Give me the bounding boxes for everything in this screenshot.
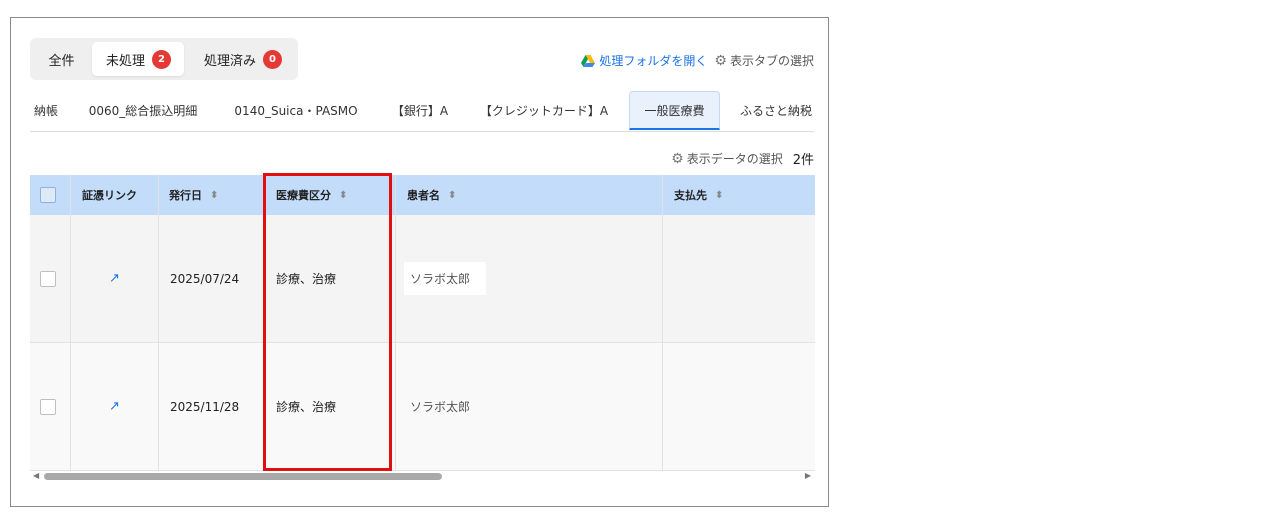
sort-icon[interactable]: ⬍ [210, 190, 218, 201]
filter-unprocessed[interactable]: 未処理 2 [92, 42, 184, 76]
google-drive-icon [581, 54, 596, 67]
external-link-icon[interactable]: ↗ [109, 399, 120, 414]
sort-icon[interactable]: ⬍ [448, 190, 456, 201]
data-select-button[interactable]: ⚙ 表示データの選択 [671, 150, 783, 167]
tab-label: 【銀行】A [391, 103, 449, 118]
tab-credit-card[interactable]: 【クレジットカード】A [470, 91, 618, 129]
column-header-label: 支払先 [674, 189, 707, 202]
filter-all[interactable]: 全件 [34, 42, 89, 76]
scroll-thumb[interactable] [44, 473, 442, 480]
column-header-payee[interactable]: 支払先 ⬍ [674, 175, 723, 215]
patient-cell[interactable]: ソラボ太郎 [410, 343, 470, 470]
row-select-cell [40, 215, 56, 342]
medical-category: 診療、治療 [276, 400, 337, 414]
sort-icon[interactable]: ⬍ [339, 190, 347, 201]
toolbar-actions: 処理フォルダを開く ⚙ 表示タブの選択 [581, 52, 814, 69]
column-header-patient[interactable]: 患者名 ⬍ [407, 175, 456, 215]
column-header-link[interactable]: 証憑リンク [82, 175, 137, 215]
sort-icon[interactable]: ⬍ [715, 190, 723, 201]
link-cell: ↗ [109, 343, 120, 470]
date-cell: 2025/07/24 [170, 215, 239, 342]
filter-processed-label: 処理済み [204, 53, 257, 69]
column-divider [395, 175, 396, 471]
column-header-label: 患者名 [407, 189, 440, 202]
data-select: ⚙ 表示データの選択 2件 [671, 149, 814, 169]
gear-icon: ⚙ [671, 150, 684, 167]
tab-label: ふるさと納税 [740, 103, 813, 118]
filter-all-label: 全件 [48, 53, 75, 69]
open-folder-label: 処理フォルダを開く [599, 54, 708, 68]
link-cell: ↗ [109, 215, 120, 342]
column-divider [264, 175, 265, 471]
medical-category: 診療、治療 [276, 272, 337, 286]
tab-nocho[interactable]: 納帳 [30, 91, 62, 129]
main-panel: 全件 未処理 2 処理済み 0 処理フォルダを開く ⚙ 表示タブの選択 納帳 0… [10, 17, 829, 507]
category-tabs: 納帳 0060_総合振込明細 0140_Suica・PASMO 【銀行】A 【ク… [30, 91, 814, 132]
select-all-cell [40, 175, 56, 215]
tab-medical-expenses[interactable]: 一般医療費 [629, 91, 720, 130]
unprocessed-count-badge: 2 [152, 49, 172, 69]
external-link-icon[interactable]: ↗ [109, 271, 120, 286]
issue-date: 2025/11/28 [170, 399, 240, 414]
tab-label: 一般医療費 [644, 103, 705, 118]
tab-select-label: 表示タブの選択 [729, 54, 814, 68]
tab-label: 【クレジットカード】A [479, 103, 609, 118]
category-cell: 診療、治療 [276, 215, 336, 342]
date-cell: 2025/11/28 [170, 343, 239, 470]
issue-date: 2025/07/24 [170, 271, 240, 286]
category-cell: 診療、治療 [276, 343, 336, 470]
horizontal-scrollbar[interactable]: ◀ ▶ [30, 469, 815, 483]
tab-bank[interactable]: 【銀行】A [382, 91, 458, 129]
data-select-label: 表示データの選択 [686, 152, 783, 166]
select-all-checkbox[interactable] [40, 187, 56, 203]
column-header-label: 医療費区分 [276, 189, 331, 202]
tab-label: 0140_Suica・PASMO [234, 103, 358, 118]
scroll-left-arrow-icon[interactable]: ◀ [33, 471, 39, 480]
column-header-label: 証憑リンク [82, 189, 137, 202]
filter-processed[interactable]: 処理済み 0 [190, 42, 294, 76]
table-header: 証憑リンク 発行日 ⬍ 医療費区分 ⬍ 患者名 ⬍ 支払先 ⬍ [30, 175, 815, 215]
tab-suica-pasmo[interactable]: 0140_Suica・PASMO [226, 91, 366, 129]
record-count: 2件 [792, 153, 814, 168]
column-header-category[interactable]: 医療費区分 ⬍ [276, 175, 347, 215]
tab-sogo-furikomi[interactable]: 0060_総合振込明細 [78, 91, 208, 129]
open-folder-link[interactable]: 処理フォルダを開く [581, 52, 707, 69]
gear-icon: ⚙ [714, 52, 727, 69]
status-filter: 全件 未処理 2 処理済み 0 [30, 38, 298, 80]
row-checkbox[interactable] [40, 398, 56, 415]
patient-name: ソラボ太郎 [404, 262, 487, 295]
table-row[interactable]: ↗ 2025/07/24 診療、治療 ソラボ太郎 [30, 215, 815, 343]
row-checkbox[interactable] [40, 270, 56, 287]
column-divider [158, 175, 159, 471]
column-divider [70, 175, 71, 471]
column-divider [662, 175, 663, 471]
table-row[interactable]: ↗ 2025/11/28 診療、治療 ソラボ太郎 [30, 343, 815, 471]
patient-cell[interactable]: ソラボ太郎 [404, 215, 487, 342]
column-header-label: 発行日 [169, 189, 202, 202]
processed-count-badge: 0 [263, 49, 283, 69]
tab-furusato[interactable]: ふるさと納税 [730, 91, 814, 129]
row-select-cell [40, 343, 56, 470]
patient-name: ソラボ太郎 [410, 400, 471, 414]
scroll-right-arrow-icon[interactable]: ▶ [805, 471, 811, 480]
filter-unprocessed-label: 未処理 [106, 53, 146, 69]
tab-label: 0060_総合振込明細 [88, 103, 198, 118]
data-table: 証憑リンク 発行日 ⬍ 医療費区分 ⬍ 患者名 ⬍ 支払先 ⬍ ↗ 2025/0… [30, 175, 815, 471]
tab-label: 納帳 [33, 103, 58, 118]
column-header-date[interactable]: 発行日 ⬍ [169, 175, 218, 215]
tab-select-button[interactable]: ⚙ 表示タブの選択 [714, 52, 814, 69]
